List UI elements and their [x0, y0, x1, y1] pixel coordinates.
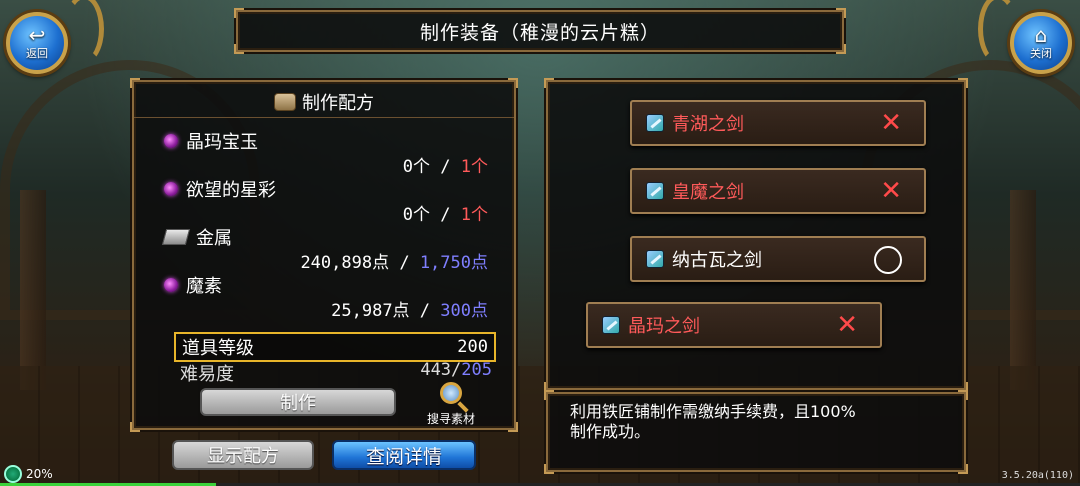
- material-row: 魔素 25,987点 / 300点: [134, 272, 518, 321]
- unavailable-x-icon: ✕: [880, 108, 902, 138]
- ornament-horn: [64, 0, 104, 64]
- item-level-label: 道具等级: [182, 338, 254, 359]
- status-bar: 20% 3.5.20a(110): [0, 464, 1080, 486]
- material-quantity: 0个 / 1个: [402, 157, 488, 177]
- bg-post: [20, 190, 46, 390]
- recipe-item[interactable]: 纳古瓦之剑: [630, 236, 926, 282]
- page-title: 制作装备（稚漫的云片糕）: [419, 21, 660, 44]
- description-line: 制作成功。: [570, 422, 651, 441]
- material-row: 欲望的星彩 0个 / 1个: [134, 176, 518, 225]
- recipe-name: 青湖之剑: [672, 114, 744, 135]
- item-level-value: 200: [457, 337, 488, 357]
- material-name: 金属: [196, 228, 232, 249]
- unavailable-x-icon: ✕: [880, 176, 902, 206]
- recipe-panel: 制作配方 晶玛宝玉 0个 / 1个 欲望的星彩 0个 / 1个 金属 240,8…: [130, 78, 518, 432]
- material-name: 晶玛宝玉: [186, 132, 258, 153]
- battery-status: 20%: [4, 465, 53, 483]
- purple-orb-icon: [164, 182, 178, 196]
- material-name: 欲望的星彩: [186, 180, 276, 201]
- available-circle-icon: [874, 246, 902, 274]
- description-panel: 利用铁匠铺制作需缴纳手续费，且100% 制作成功。: [544, 390, 968, 474]
- description-line: 利用铁匠铺制作需缴纳手续费，且100%: [570, 402, 856, 421]
- home-icon: ⌂: [1034, 23, 1048, 47]
- recipe-item[interactable]: 青湖之剑 ✕: [630, 100, 926, 146]
- purple-orb-icon: [164, 134, 178, 148]
- sword-icon: [646, 250, 664, 268]
- material-quantity: 240,898点 / 1,750点: [300, 253, 488, 273]
- search-materials-label: 搜寻素材: [426, 412, 475, 426]
- ingot-icon: [161, 229, 191, 245]
- sword-icon: [602, 316, 620, 334]
- search-materials-button[interactable]: 搜寻素材: [416, 382, 486, 427]
- recipe-name: 晶玛之剑: [628, 316, 700, 337]
- status-percent: 20%: [26, 467, 53, 481]
- back-button[interactable]: ↩ 返回: [6, 12, 68, 74]
- sword-icon: [646, 182, 664, 200]
- material-row: 金属 240,898点 / 1,750点: [134, 224, 518, 273]
- recipe-item-selected[interactable]: 晶玛之剑 ✕: [586, 302, 882, 348]
- recipe-list-panel: 青湖之剑 ✕ 皇魔之剑 ✕ 纳古瓦之剑 晶玛之剑 ✕: [544, 78, 968, 392]
- recipe-name: 皇魔之剑: [672, 182, 744, 203]
- material-quantity: 25,987点 / 300点: [331, 301, 488, 321]
- recipe-item[interactable]: 皇魔之剑 ✕: [630, 168, 926, 214]
- title-bar: 制作装备（稚漫的云片糕）: [234, 8, 846, 54]
- close-label: 关闭: [1030, 47, 1052, 60]
- version-label: 3.5.20a(110): [1001, 470, 1074, 481]
- craft-button[interactable]: 制作: [200, 388, 396, 416]
- unavailable-x-icon: ✕: [836, 310, 858, 340]
- scroll-icon: [274, 92, 296, 111]
- magnifier-icon: [440, 382, 462, 404]
- sword-icon: [646, 114, 664, 132]
- back-arrow-icon: ↩: [28, 23, 46, 47]
- purple-orb-icon: [164, 278, 178, 292]
- material-row: 晶玛宝玉 0个 / 1个: [134, 128, 518, 177]
- bg-post: [1010, 190, 1036, 390]
- status-orb-icon: [4, 465, 22, 483]
- close-button[interactable]: ⌂ 关闭: [1010, 12, 1072, 74]
- recipe-panel-header: 制作配方: [134, 86, 514, 118]
- difficulty-label: 难易度: [180, 364, 234, 385]
- recipe-panel-title: 制作配方: [302, 92, 374, 114]
- back-label: 返回: [26, 47, 48, 60]
- item-level-box: 道具等级 200: [174, 332, 496, 362]
- recipe-name: 纳古瓦之剑: [672, 250, 762, 271]
- material-quantity: 0个 / 1个: [402, 205, 488, 225]
- material-name: 魔素: [186, 276, 222, 297]
